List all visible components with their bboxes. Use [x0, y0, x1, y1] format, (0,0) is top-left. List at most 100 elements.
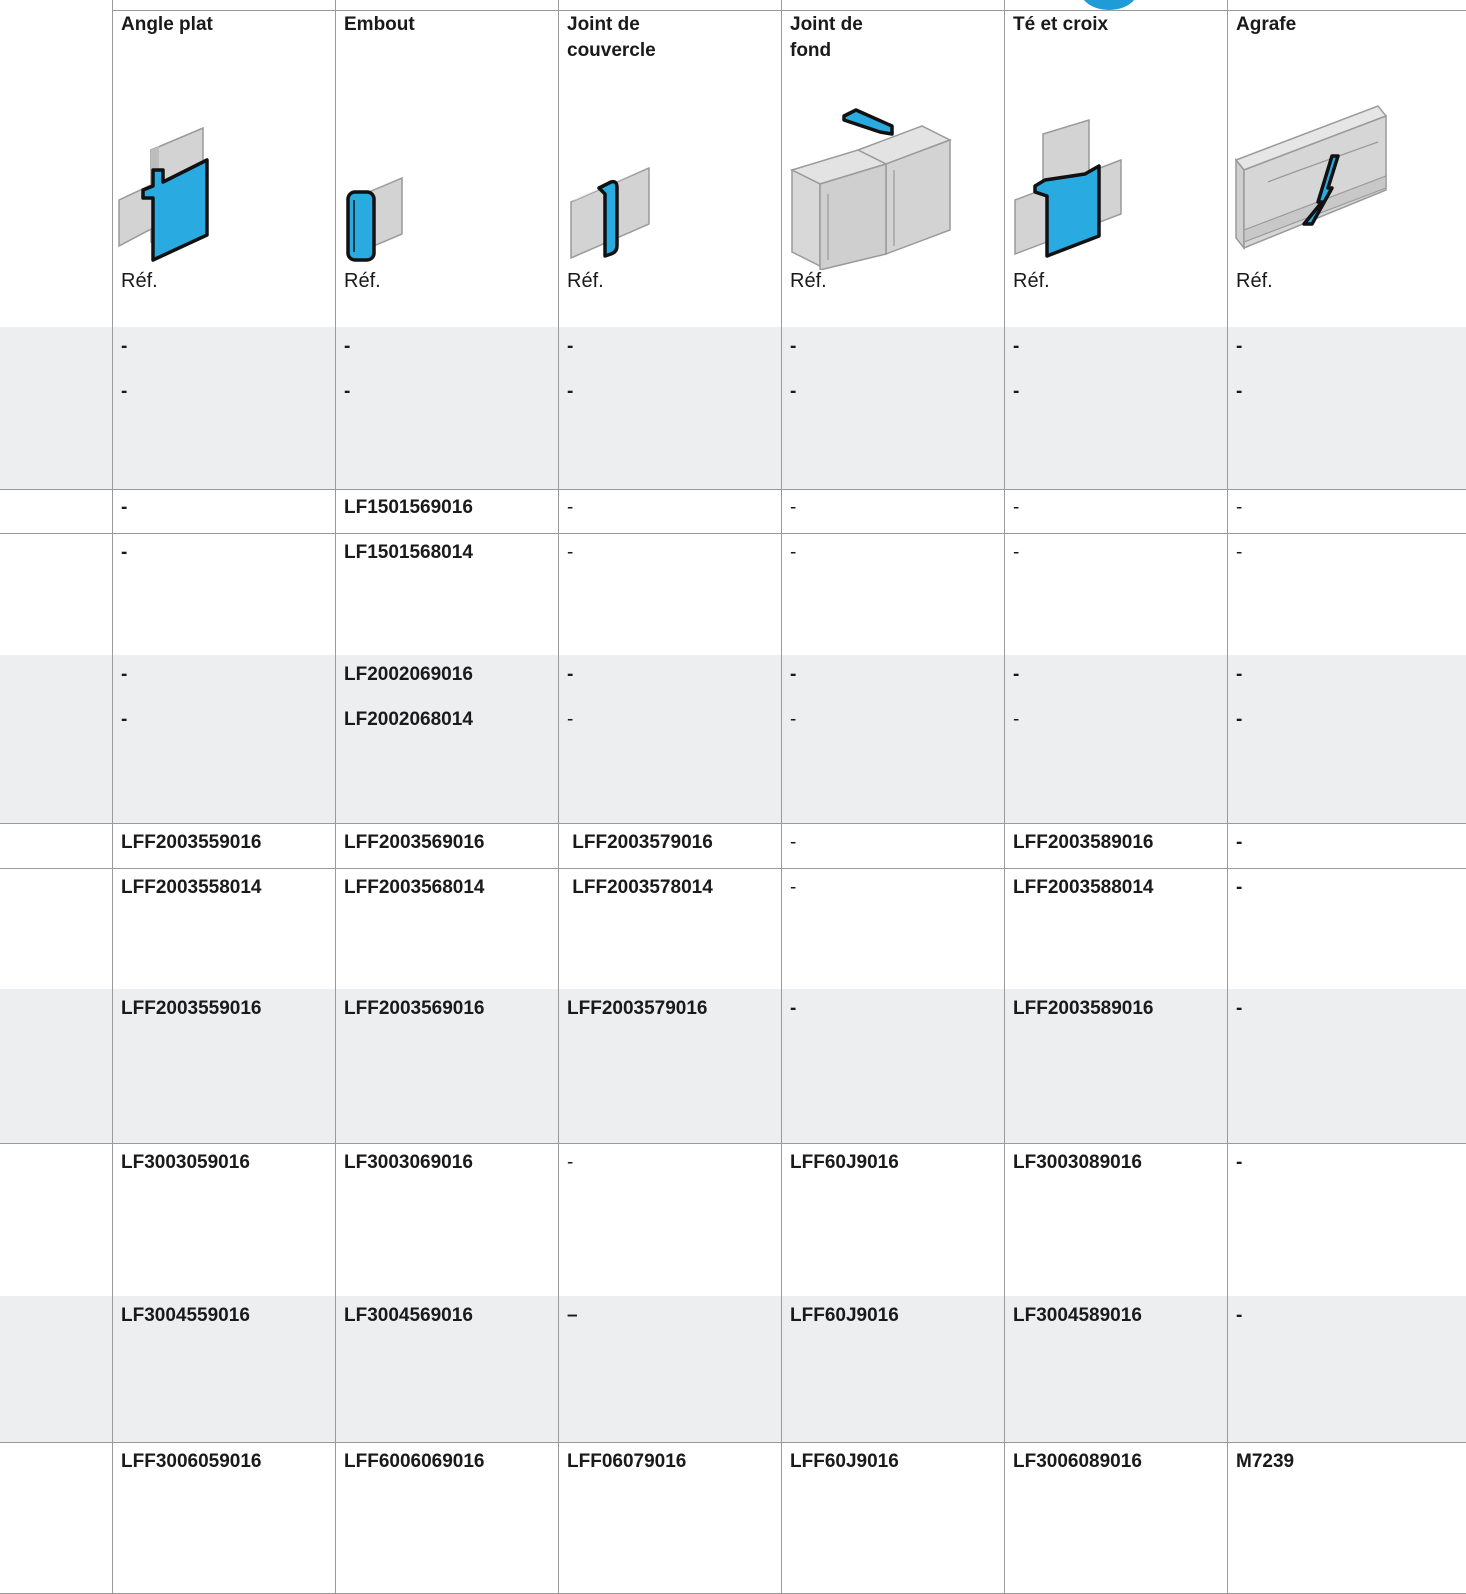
table-cell: - — [112, 700, 336, 823]
reference-code: - — [1013, 664, 1020, 685]
table-cell: LFF2003568014 — [335, 868, 559, 989]
table-cell: - — [1227, 868, 1466, 989]
reference-code: LF3003089016 — [1013, 1152, 1142, 1173]
reference-code: - — [1236, 1305, 1243, 1326]
table-cell: LF3004569016 — [335, 1296, 559, 1442]
reference-code: LF2002069016 — [344, 664, 473, 685]
table-cell: LFF2003578014 — [558, 868, 782, 989]
table-row: LF3004559016 LF3004569016 – LFF60J9016 LF300… — [0, 1296, 1466, 1443]
table-cell: - — [1227, 488, 1466, 533]
reference-code: - — [121, 709, 128, 730]
reference-code: – — [567, 1305, 578, 1326]
table-cell: - — [1227, 823, 1466, 868]
reference-code: LFF2003569016 — [344, 998, 485, 1019]
table-row: LF3003059016 LF3003069016 - LFF60J9016 LF300… — [0, 1143, 1466, 1297]
table-cell: - — [335, 327, 559, 372]
reference-code: - — [567, 664, 574, 685]
reference-code: - — [1236, 542, 1243, 563]
table-cell: - — [558, 533, 782, 655]
cover-joint-icon — [570, 166, 650, 260]
table-cell: LF3006089016 — [1004, 1442, 1228, 1593]
column-title: Embout — [344, 14, 415, 35]
reference-code: - — [1236, 877, 1243, 898]
table-cell: - — [112, 488, 336, 533]
header-te-et-croix: Té et croix Réf. — [1004, 0, 1228, 327]
reference-code: - — [790, 542, 797, 563]
reference-code: LFF2003579016 — [567, 832, 713, 853]
table-cell: LF3003059016 — [112, 1143, 336, 1296]
reference-code: LFF60J9016 — [790, 1152, 899, 1173]
reference-code: LFF60J9016 — [790, 1451, 899, 1472]
header-joint-de-fond: Joint de fond Réf. — [781, 0, 1005, 327]
table-cell: – — [558, 1296, 782, 1442]
table-cell: LF3003069016 — [335, 1143, 559, 1296]
reference-code: - — [1236, 709, 1243, 730]
table-cell: - — [781, 823, 1005, 868]
table-cell: - — [1004, 700, 1228, 823]
column-title: Joint de fond — [790, 14, 863, 61]
table-cell: LFF60J9016 — [781, 1442, 1005, 1593]
reference-code: LFF2003579016 — [567, 998, 708, 1019]
ref-label: Réf. — [344, 270, 381, 292]
column-title: Agrafe — [1236, 14, 1297, 35]
table-cell: - — [112, 655, 336, 700]
header-joint-de-couvercle: Joint de couvercle Réf. — [558, 0, 782, 327]
row-label-cell — [0, 533, 114, 655]
table-cell: - — [1227, 533, 1466, 655]
table-cell: LFF2003579016 — [558, 989, 782, 1143]
table-cell: - — [558, 1143, 782, 1296]
reference-code: LFF6006069016 — [344, 1451, 485, 1472]
table-cell: - — [335, 372, 559, 489]
flat-angle-icon — [118, 126, 209, 262]
table-cell: - — [1227, 989, 1466, 1143]
table-row: - LF2002068014 - - - - — [0, 700, 1466, 824]
reference-code: - — [567, 709, 574, 730]
reference-code: - — [1236, 1152, 1243, 1173]
reference-code: - — [1013, 336, 1020, 357]
reference-code: - — [567, 336, 574, 357]
table-cell: - — [1004, 655, 1228, 700]
reference-code: - — [567, 497, 574, 518]
reference-code: LFF2003558014 — [121, 877, 262, 898]
reference-code: LFF06079016 — [567, 1451, 687, 1472]
table-cell: LFF06079016 — [558, 1442, 782, 1593]
table-cell: - — [781, 655, 1005, 700]
reference-code: - — [344, 336, 351, 357]
reference-code: - — [790, 336, 797, 357]
table-cell: - — [112, 372, 336, 489]
reference-code: - — [1236, 832, 1243, 853]
reference-code: LFF2003589016 — [1013, 998, 1154, 1019]
table-cell: LFF2003589016 — [1004, 823, 1228, 868]
column-title: Angle plat — [121, 14, 213, 35]
base-joint-icon — [789, 108, 952, 270]
reference-code: - — [567, 542, 574, 563]
header-embout: Embout Réf. — [335, 0, 559, 327]
reference-code: - — [790, 709, 797, 730]
ref-label: Réf. — [1236, 270, 1273, 292]
table-cell: - — [781, 372, 1005, 489]
reference-code: - — [1236, 381, 1243, 402]
reference-code: LFF3006059016 — [121, 1451, 262, 1472]
reference-code: LFF2003578014 — [567, 877, 713, 898]
reference-code: LF2002068014 — [344, 709, 473, 730]
table-cell: LF3004589016 — [1004, 1296, 1228, 1442]
reference-code: - — [567, 1152, 574, 1173]
reference-code: LF3004589016 — [1013, 1305, 1142, 1326]
row-label-cell — [0, 372, 114, 489]
table-cell: LFF2003558014 — [112, 868, 336, 989]
table-cell: - — [558, 372, 782, 489]
table-cell: LF3003089016 — [1004, 1143, 1228, 1296]
reference-code: LFF2003588014 — [1013, 877, 1154, 898]
table-row: LFF2003558014 LFF2003568014 LFF2003578014… — [0, 868, 1466, 990]
table-cell: LF2002068014 — [335, 700, 559, 823]
reference-code: - — [790, 664, 797, 685]
reference-code: LF3004569016 — [344, 1305, 473, 1326]
table-cell: - — [1004, 488, 1228, 533]
reference-code: - — [121, 381, 128, 402]
column-title: Té et croix — [1013, 14, 1109, 35]
ref-label: Réf. — [790, 270, 827, 292]
reference-code: - — [790, 497, 797, 518]
table-cell: M7239 — [1227, 1442, 1466, 1593]
column-title: Joint de couvercle — [567, 14, 656, 61]
table-cell: LFF2003559016 — [112, 823, 336, 868]
